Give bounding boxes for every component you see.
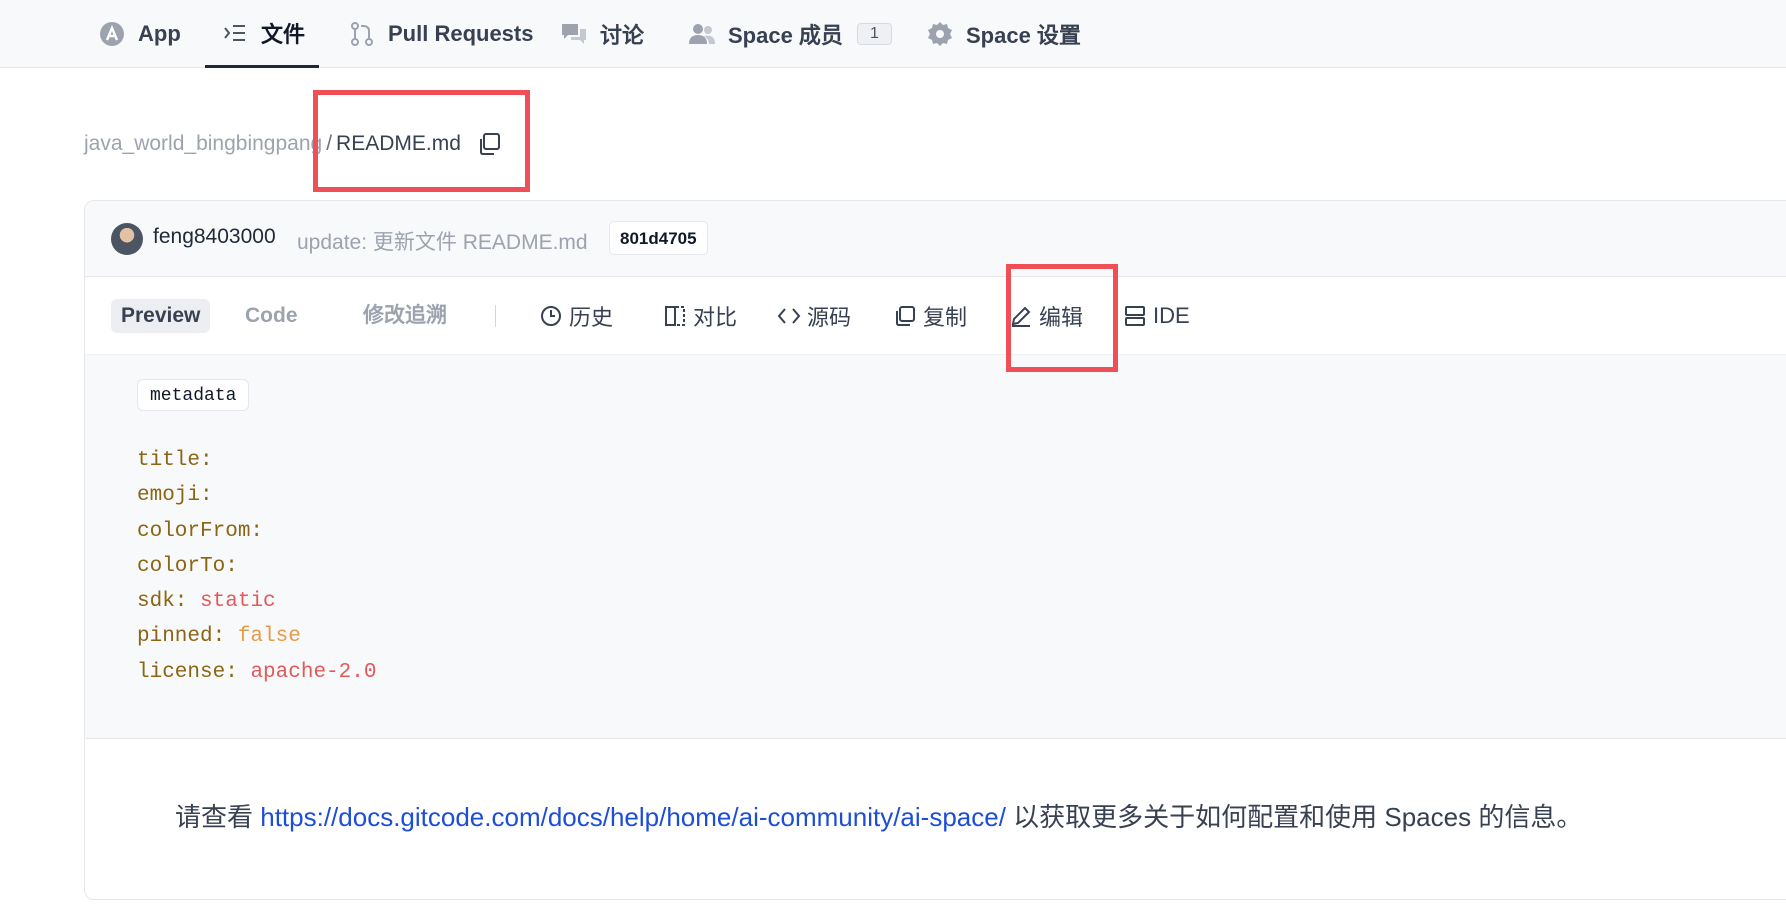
gear-icon (926, 20, 954, 48)
action-label: IDE (1153, 303, 1190, 328)
tab-label: 讨论 (600, 23, 645, 48)
tab-label: App (138, 21, 181, 46)
metadata-block: metadata title: emoji: colorFrom: colorT… (85, 355, 1786, 739)
commit-message[interactable]: update: 更新文件 README.md (297, 226, 588, 256)
file-list-icon (221, 19, 249, 47)
action-label: 对比 (693, 305, 738, 330)
yaml-key: colorTo: (137, 554, 238, 578)
copy-icon (893, 304, 917, 328)
highlight-box-filename (313, 90, 530, 192)
tab-pull-requests[interactable]: Pull Requests (348, 0, 533, 68)
yaml-key: pinned: (137, 625, 226, 649)
breadcrumb-repo[interactable]: java_world_bingbingpang (84, 132, 322, 156)
action-label: 复制 (923, 305, 968, 330)
highlight-box-edit (1006, 264, 1118, 372)
yaml-key: license: (137, 660, 238, 684)
readme-content: 请查看 https://docs.gitcode.com/docs/help/h… (175, 797, 1582, 834)
file-toolbar: Preview Code 修改追溯 历史 对比 源码 复制 编辑 IDE (85, 277, 1786, 355)
avatar[interactable] (111, 223, 143, 255)
tab-preview[interactable]: Preview (111, 299, 211, 333)
action-label: 历史 (569, 305, 614, 330)
pull-request-icon (348, 20, 376, 48)
top-nav: App 文件 Pull Requests 讨论 Space 成员 1 Space… (0, 0, 1786, 68)
ide-button[interactable]: IDE (1123, 299, 1190, 333)
yaml-value: static (200, 590, 276, 614)
yaml-key: title: (137, 449, 213, 472)
app-icon (98, 20, 126, 48)
yaml-key: emoji: (137, 484, 213, 508)
source-button[interactable]: 源码 (777, 299, 851, 333)
tab-app[interactable]: App (98, 0, 181, 68)
tab-files[interactable]: 文件 (205, 0, 319, 68)
discussion-icon (560, 20, 588, 48)
tab-code[interactable]: Code (235, 299, 308, 333)
tab-label: Pull Requests (388, 21, 534, 46)
tab-blame[interactable]: 修改追溯 (353, 299, 457, 333)
action-label: 源码 (807, 305, 852, 330)
compare-button[interactable]: 对比 (663, 299, 737, 333)
tab-label: Space 成员 (728, 23, 843, 48)
history-button[interactable]: 历史 (539, 299, 613, 333)
commit-hash[interactable]: 801d4705 (609, 221, 708, 255)
member-count-badge: 1 (856, 23, 892, 45)
readme-prefix: 请查看 (175, 802, 261, 832)
ide-icon (1123, 304, 1147, 328)
commit-bar: feng8403000 update: 更新文件 README.md 801d4… (85, 201, 1786, 277)
tab-discussion[interactable]: 讨论 (560, 0, 644, 68)
yaml-key: colorFrom: (137, 519, 264, 543)
file-card: feng8403000 update: 更新文件 README.md 801d4… (84, 200, 1786, 900)
tab-space-settings[interactable]: Space 设置 (926, 0, 1081, 68)
tab-label: Space 设置 (966, 23, 1081, 48)
members-icon (688, 20, 716, 48)
readme-suffix: 以获取更多关于如何配置和使用 Spaces 的信息。 (1005, 802, 1583, 832)
metadata-yaml: title: emoji: colorFrom: colorTo: sdk: s… (137, 443, 376, 690)
yaml-value: apache-2.0 (250, 660, 377, 684)
tab-space-members[interactable]: Space 成员 1 (688, 0, 892, 68)
yaml-key: sdk: (137, 590, 188, 614)
clock-icon (539, 304, 563, 328)
commit-author[interactable]: feng8403000 (153, 225, 276, 249)
compare-icon (663, 304, 687, 328)
docs-link[interactable]: https://docs.gitcode.com/docs/help/home/… (260, 802, 1006, 832)
toolbar-divider (495, 305, 496, 327)
copy-button[interactable]: 复制 (893, 299, 967, 333)
yaml-value: false (237, 625, 301, 649)
code-icon (777, 304, 801, 328)
metadata-chip: metadata (137, 379, 250, 411)
tab-label: 文件 (261, 21, 306, 47)
